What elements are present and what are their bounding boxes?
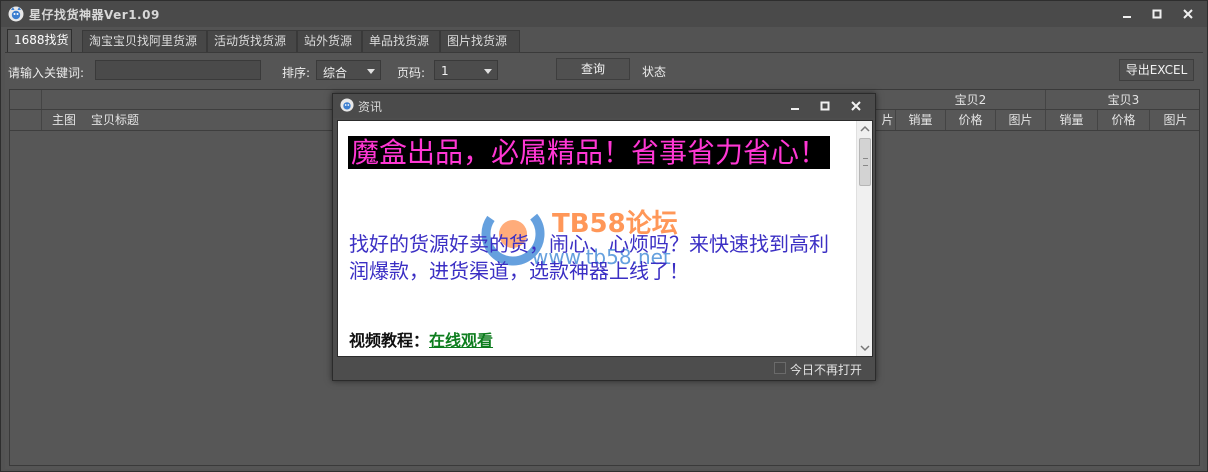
dialog-footer: 今日不再打开	[333, 358, 875, 380]
dialog-title: 资讯	[358, 100, 383, 114]
col-sales-item2[interactable]: 销量	[896, 110, 946, 130]
video-tutorial-line: 视频教程：在线观看	[349, 327, 493, 351]
minimize-icon	[791, 108, 799, 110]
page-select[interactable]: 1	[434, 60, 498, 80]
page-label: 页码:	[397, 66, 426, 80]
scroll-up-arrow-icon[interactable]	[857, 121, 873, 137]
col-image-item3[interactable]: 图片	[1150, 110, 1201, 130]
promo-headline: 魔盒出品，必属精品！省事省力省心！	[348, 133, 848, 173]
promo-body: 找好的货源好卖的货，闹心、心烦吗？来快速找到高利润爆款，进货渠道，选款神器上线了…	[349, 232, 829, 283]
close-button[interactable]	[1177, 5, 1199, 23]
group-header-item2: 宝贝2	[896, 90, 1046, 109]
news-content: 魔盒出品，必属精品！省事省力省心！ TB58论坛 www.tb58.net 找好…	[337, 120, 873, 357]
tab-promo-goods[interactable]: 活动货找货源	[207, 30, 297, 52]
tab-taobao-to-ali[interactable]: 淘宝宝贝找阿里货源	[82, 30, 207, 52]
minimize-button[interactable]	[1116, 5, 1138, 23]
col-sales-item3[interactable]: 销量	[1046, 110, 1098, 130]
keyword-input[interactable]	[95, 60, 261, 80]
col-price-item2[interactable]: 价格	[946, 110, 996, 130]
query-button[interactable]: 查询	[556, 58, 630, 80]
vertical-scrollbar[interactable]	[856, 121, 872, 356]
promo-headline-text: 魔盒出品，必属精品！省事省力省心！	[348, 136, 831, 169]
group-header-item3: 宝贝3	[1107, 93, 1140, 107]
tab-image-search[interactable]: 图片找货源	[440, 30, 520, 52]
close-icon	[851, 101, 861, 111]
col-main-image[interactable]: 主图	[46, 110, 82, 130]
tab-single-item[interactable]: 单品找货源	[362, 30, 440, 52]
maximize-icon	[820, 101, 830, 111]
dialog-maximize-button[interactable]	[814, 97, 836, 115]
app-logo-icon	[340, 98, 354, 112]
keyword-label: 请输入关键词:	[8, 66, 85, 80]
app-logo-icon	[8, 6, 24, 22]
maximize-button[interactable]	[1146, 5, 1168, 23]
col-price-item3[interactable]: 价格	[1098, 110, 1150, 130]
tab-1688[interactable]: 1688找货	[7, 29, 72, 53]
status-label: 状态	[642, 65, 667, 79]
title-bar: 星仔找货神器Ver1.09	[1, 1, 1207, 27]
scroll-down-arrow-icon[interactable]	[857, 340, 873, 356]
dialog-close-button[interactable]	[845, 97, 867, 115]
row-selector-header	[10, 110, 42, 130]
export-excel-button[interactable]: 导出EXCEL	[1119, 59, 1194, 81]
app-title: 星仔找货神器Ver1.09	[29, 8, 160, 22]
news-dialog: 资讯 魔盒出品，必属精品！省事省力省心！ TB58论坛 www.tb58.net…	[332, 93, 876, 381]
dialog-minimize-button[interactable]	[784, 97, 806, 115]
maximize-icon	[1152, 9, 1162, 19]
col-image-partial[interactable]: 片	[880, 110, 896, 130]
dont-show-today-checkbox[interactable]	[774, 362, 786, 374]
minimize-icon	[1123, 16, 1131, 18]
dont-show-today-label[interactable]: 今日不再打开	[790, 361, 862, 378]
tab-offsite-source[interactable]: 站外货源	[297, 30, 362, 52]
chevron-down-icon	[484, 69, 492, 74]
watch-online-link[interactable]: 在线观看	[429, 331, 493, 350]
col-image-item2[interactable]: 图片	[996, 110, 1046, 130]
video-tutorial-label: 视频教程：	[349, 331, 430, 350]
dialog-title-bar: 资讯	[333, 94, 875, 118]
sort-label: 排序:	[282, 66, 311, 80]
scroll-thumb[interactable]	[859, 138, 871, 186]
sort-select-value: 综合	[323, 66, 348, 80]
chevron-down-icon	[367, 69, 375, 74]
close-icon	[1183, 9, 1193, 19]
col-title[interactable]: 宝贝标题	[84, 110, 146, 130]
table-corner-cell	[10, 90, 42, 109]
sort-select[interactable]: 综合	[316, 60, 381, 80]
page-select-value: 1	[441, 64, 449, 78]
